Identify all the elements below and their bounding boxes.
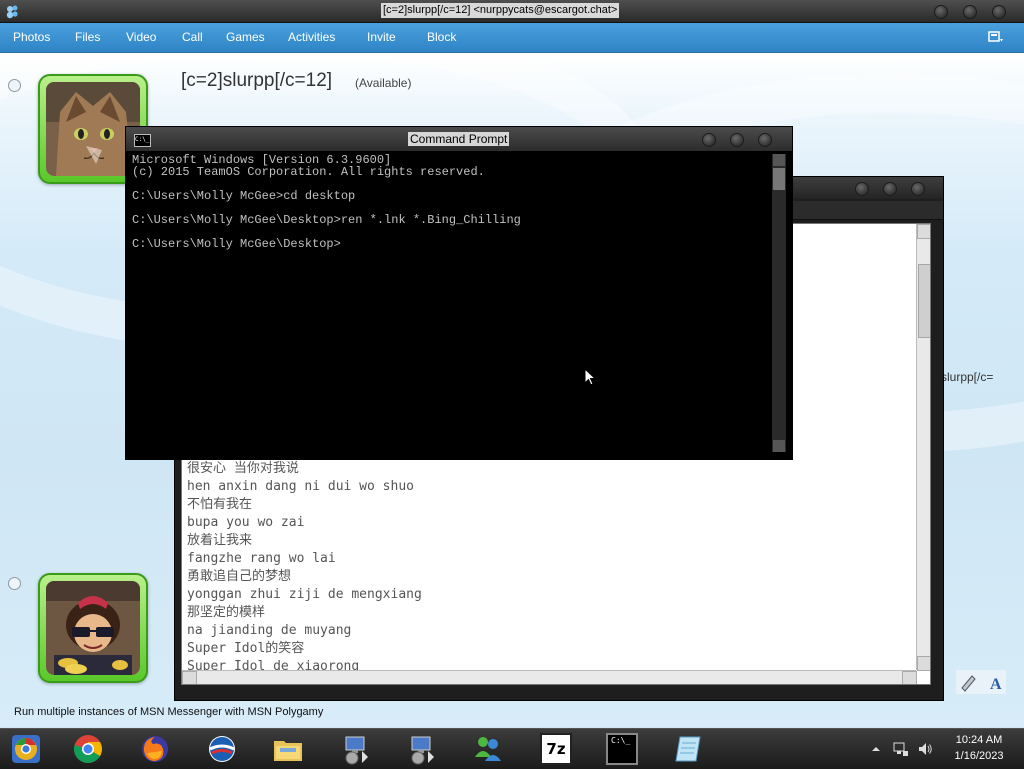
system-clock[interactable]: 10:24 AM 1/16/2023 [940,732,1018,764]
cartoon-avatar-picture [46,581,140,675]
clock-date: 1/16/2023 [954,750,1004,762]
scroll-thumb[interactable] [773,168,785,190]
menu-invite[interactable]: Invite [367,30,396,44]
menu-activities[interactable]: Activities [288,30,335,44]
console-line: (c) 2015 TeamOS Corporation. All rights … [132,165,485,179]
svg-text:A: A [990,676,1002,693]
file-explorer-icon[interactable] [272,733,304,765]
firefox-icon[interactable] [139,733,171,765]
lyric-line: bupa you wo zai [187,515,305,530]
minimize-button[interactable] [855,182,869,196]
network-status-icon[interactable] [893,741,909,757]
console-output[interactable]: Microsoft Windows [Version 6.3.9600] (c)… [132,154,770,452]
lyric-line: hen anxin dang ni dui wo shuo [187,479,414,494]
scroll-left-arrow[interactable] [182,671,197,684]
command-prompt-title: Command Prompt [408,132,510,146]
scroll-right-arrow[interactable] [902,671,917,684]
network-setup-2-icon[interactable] [406,733,438,765]
chrome-canary-icon[interactable] [10,733,42,765]
close-button[interactable] [911,182,925,196]
command-prompt-window[interactable]: C:\_ Command Prompt Microsoft Windows [V… [125,126,793,460]
window-titlebar: [c=2]slurpp[/c=12] <nurppycats@escargot.… [0,0,1024,23]
vertical-scrollbar[interactable] [916,224,930,671]
scroll-up-arrow[interactable] [773,154,785,166]
console-scrollbar[interactable] [772,154,786,452]
command-prompt-titlebar: C:\_ Command Prompt [126,127,792,151]
minimize-button[interactable] [702,133,716,147]
maximize-button[interactable] [883,182,897,196]
taskbar: 7z C:\_ [0,728,1024,769]
scroll-thumb[interactable] [918,264,930,338]
close-button[interactable] [992,5,1006,19]
close-button[interactable] [758,133,772,147]
collapse-self-button[interactable] [8,577,21,590]
menu-bar: Photos Files Video Call Games Activities… [0,23,1024,53]
contact-name: [c=2]slurpp[/c=12] [181,70,333,91]
font-icon[interactable]: A [990,676,1002,693]
menu-games[interactable]: Games [226,30,265,44]
lyric-line: yonggan zhui ziji de mengxiang [187,587,422,602]
clock-time: 10:24 AM [955,734,1003,746]
menu-video[interactable]: Video [126,30,156,44]
horizontal-scrollbar[interactable] [182,670,917,684]
menu-files[interactable]: Files [75,30,100,44]
menu-call[interactable]: Call [182,30,203,44]
lyric-line: fangzhe rang wo lai [187,551,336,566]
volume-icon[interactable] [917,741,933,757]
mouse-cursor-icon [584,368,596,386]
maximize-button[interactable] [730,133,744,147]
lyric-line: 勇敢追自己的梦想 [187,569,292,584]
tray-chevron-icon[interactable] [872,745,880,753]
lyric-line: na jianding de muyang [187,623,352,638]
menu-block[interactable]: Block [427,30,456,44]
lyrics-list: 很安心 当你对我说 hen anxin dang ni dui wo shuo … [187,460,422,676]
scroll-down-arrow[interactable] [917,656,930,671]
promo-link[interactable]: Run multiple instances of MSN Messenger … [14,706,323,718]
network-setup-icon[interactable] [340,733,372,765]
cmd-taskbar-icon[interactable]: C:\_ [606,733,638,765]
chrome-icon[interactable] [72,733,104,765]
messenger-icon[interactable] [4,3,20,19]
messenger-taskbar-icon[interactable] [472,733,504,765]
menu-photos[interactable]: Photos [13,30,50,44]
notepad-icon[interactable] [672,733,704,765]
scroll-down-arrow[interactable] [773,440,785,452]
ie-icon[interactable] [206,733,238,765]
maximize-button[interactable] [963,5,977,19]
lyric-line: 很安心 当你对我说 [187,461,299,476]
7zip-icon[interactable]: 7z [540,733,572,765]
lyric-line: 放着让我来 [187,533,253,548]
console-line: C:\Users\Molly McGee\Desktop> [132,237,341,251]
minimize-button[interactable] [934,5,948,19]
lyric-line: Super Idol的笑容 [187,641,305,656]
scroll-up-arrow[interactable] [917,224,930,239]
console-line: C:\Users\Molly McGee>cd desktop [132,189,356,203]
lyric-line: 那坚定的模样 [187,605,266,620]
lyric-line: 不怕有我在 [187,497,253,512]
format-toolbar: A [956,670,1006,694]
contact-name-clipped: slurpp[/c= [941,370,994,384]
cmd-icon: C:\_ [134,134,151,147]
contact-status: (Available) [355,76,412,90]
my-avatar[interactable] [38,573,148,683]
window-title: [c=2]slurpp[/c=12] <nurppycats@escargot.… [381,3,620,18]
console-line: C:\Users\Molly McGee\Desktop>ren *.lnk *… [132,213,521,227]
collapse-contact-button[interactable] [8,79,21,92]
options-menu-icon[interactable] [988,30,1004,44]
